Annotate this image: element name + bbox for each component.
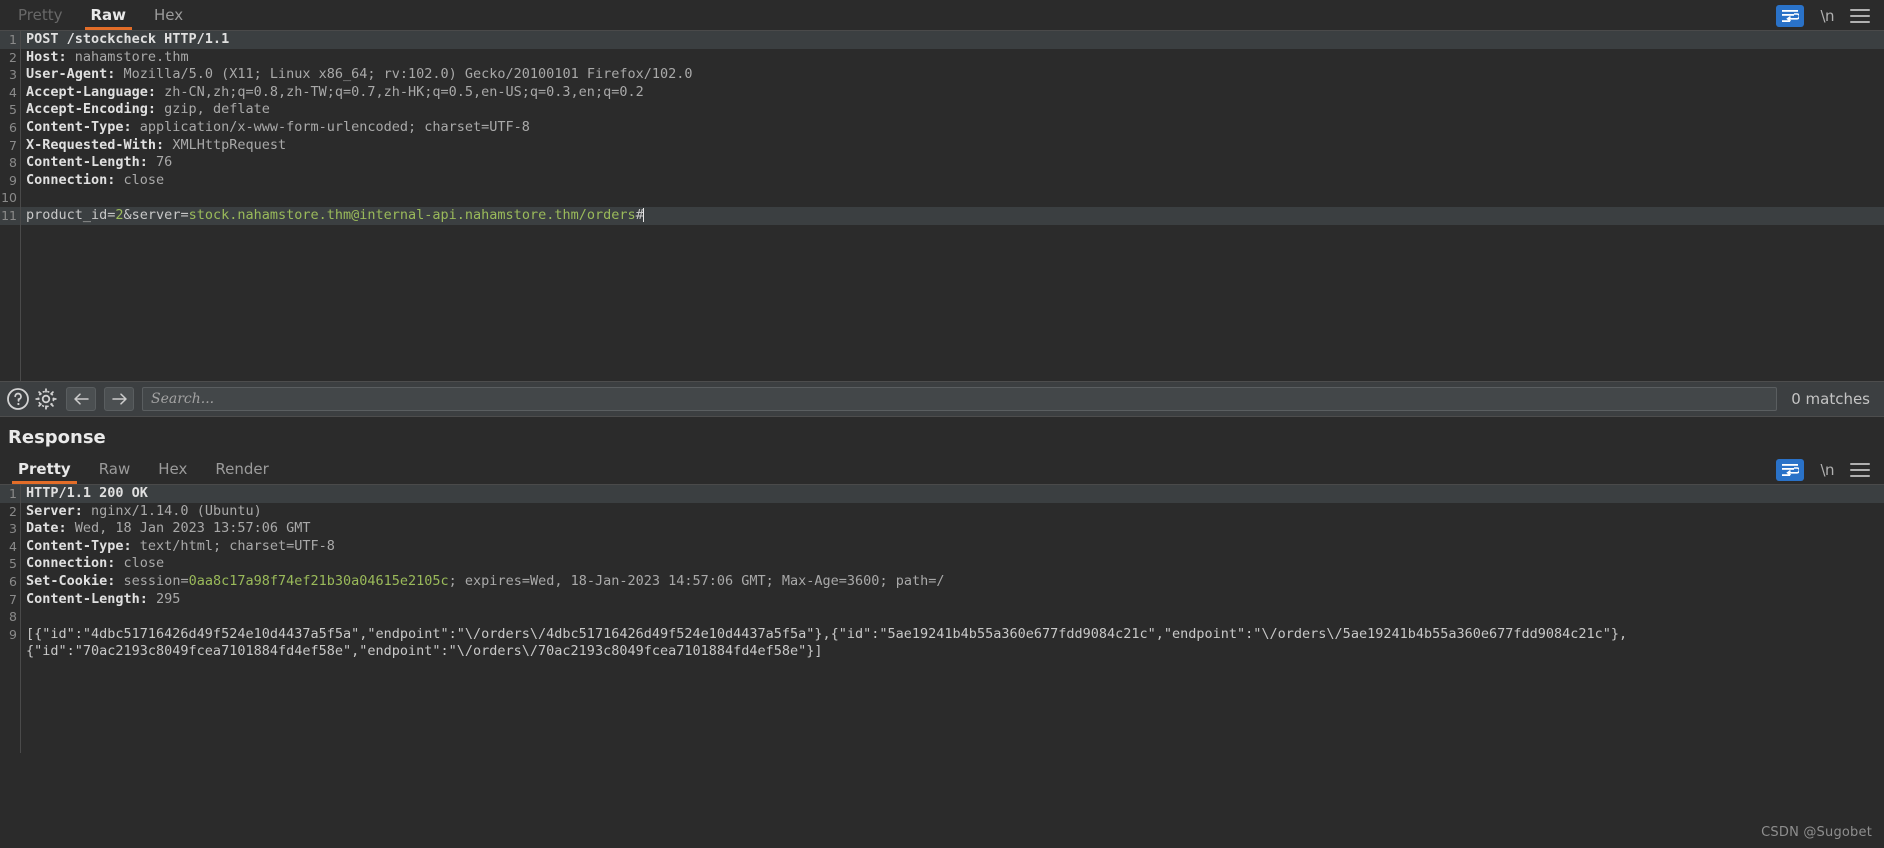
response-editor[interactable]: 1 HTTP/1.1 200 OK 2 Server: nginx/1.14.0 (U… bbox=[0, 485, 1884, 753]
editor-line: 4 Accept-Language: zh-CN,zh;q=0.8,zh-TW;q… bbox=[0, 84, 1884, 102]
editor-line: 2 Server: nginx/1.14.0 (Ubuntu) bbox=[0, 503, 1884, 521]
editor-line: 10 bbox=[0, 189, 1884, 207]
watermark: CSDN @Sugobet bbox=[1761, 825, 1872, 840]
response-tabbar: Pretty Raw Hex Render \n bbox=[0, 454, 1884, 484]
request-tabbar: Pretty Raw Hex \n bbox=[0, 0, 1884, 30]
help-circle-icon[interactable] bbox=[2, 387, 30, 411]
editor-line: 2 Host: nahamstore.thm bbox=[0, 49, 1884, 67]
search-next-button[interactable] bbox=[104, 387, 134, 411]
line-text: [{"id":"4dbc51716426d49f524e10d4437a5f5a… bbox=[26, 625, 1628, 642]
response-title: Response bbox=[8, 427, 106, 448]
editor-line: 1 POST /stockcheck HTTP/1.1 bbox=[0, 31, 1884, 49]
editor-line: 11 product_id=2&server=stock.nahamstore.t… bbox=[0, 206, 1884, 225]
editor-line: 6 Set-Cookie: session=0aa8c17a98f74ef21b3… bbox=[0, 573, 1884, 591]
line-text: X-Requested-With: XMLHttpRequest bbox=[26, 136, 287, 153]
line-text: Content-Length: 295 bbox=[26, 590, 181, 607]
line-text: User-Agent: Mozilla/5.0 (X11; Linux x86_… bbox=[26, 66, 693, 83]
editor-line: 3 Date: Wed, 18 Jan 2023 13:57:06 GMT bbox=[0, 520, 1884, 538]
request-tab-pretty[interactable]: Pretty bbox=[4, 3, 77, 30]
response-toolbar: \n bbox=[1776, 459, 1884, 484]
editor-line: 5 Accept-Encoding: gzip, deflate bbox=[0, 101, 1884, 119]
line-text: {"id":"70ac2193c8049fcea7101884fd4ef58e"… bbox=[26, 643, 823, 660]
search-input[interactable] bbox=[142, 387, 1778, 411]
response-tab-hex[interactable]: Hex bbox=[144, 457, 201, 484]
request-tab-raw[interactable]: Raw bbox=[77, 3, 141, 30]
line-text: Host: nahamstore.thm bbox=[26, 48, 189, 65]
line-text: Content-Length: 76 bbox=[26, 154, 173, 171]
newline-toggle-button[interactable]: \n bbox=[1820, 7, 1834, 25]
line-text: product_id=2&server=stock.nahamstore.thm… bbox=[21, 206, 644, 225]
editor-line: 9 [{"id":"4dbc51716426d49f524e10d4437a5f5… bbox=[0, 626, 1884, 644]
request-pane: Pretty Raw Hex \n 1 POST /stockcheck HTTP… bbox=[0, 0, 1884, 381]
text-caret bbox=[642, 207, 644, 222]
response-lines: 1 HTTP/1.1 200 OK 2 Server: nginx/1.14.0 (U… bbox=[0, 485, 1884, 661]
request-gutter-divider bbox=[0, 31, 21, 381]
hamburger-menu-icon[interactable] bbox=[1850, 9, 1870, 23]
editor-line: 8 Content-Length: 76 bbox=[0, 154, 1884, 172]
line-text: HTTP/1.1 200 OK bbox=[21, 485, 148, 503]
gear-icon[interactable] bbox=[34, 387, 58, 411]
editor-line: 4 Content-Type: text/html; charset=UTF-8 bbox=[0, 538, 1884, 556]
search-match-count: 0 matches bbox=[1791, 390, 1870, 408]
response-tab-render[interactable]: Render bbox=[201, 457, 282, 484]
line-text: Content-Type: application/x-www-form-url… bbox=[26, 118, 530, 135]
search-toolbar: 0 matches bbox=[0, 381, 1884, 417]
line-text: POST /stockcheck HTTP/1.1 bbox=[21, 31, 230, 49]
line-text: Set-Cookie: session=0aa8c17a98f74ef21b30… bbox=[26, 572, 945, 589]
line-text: Accept-Encoding: gzip, deflate bbox=[26, 101, 270, 118]
response-tab-raw[interactable]: Raw bbox=[85, 457, 145, 484]
editor-line: 7 Content-Length: 295 bbox=[0, 591, 1884, 609]
line-text: Date: Wed, 18 Jan 2023 13:57:06 GMT bbox=[26, 520, 311, 537]
editor-line: 3 User-Agent: Mozilla/5.0 (X11; Linux x86… bbox=[0, 66, 1884, 84]
request-tab-hex[interactable]: Hex bbox=[140, 3, 197, 30]
response-tab-pretty[interactable]: Pretty bbox=[4, 457, 85, 484]
editor-line: 7 X-Requested-With: XMLHttpRequest bbox=[0, 137, 1884, 155]
line-text: Server: nginx/1.14.0 (Ubuntu) bbox=[26, 502, 262, 519]
line-text: Connection: close bbox=[26, 171, 165, 188]
request-toolbar: \n bbox=[1776, 5, 1884, 30]
word-wrap-icon[interactable] bbox=[1776, 459, 1805, 481]
line-text: Content-Type: text/html; charset=UTF-8 bbox=[26, 537, 335, 554]
editor-line: 6 Content-Type: application/x-www-form-ur… bbox=[0, 119, 1884, 137]
request-lines: 1 POST /stockcheck HTTP/1.1 2 Host: nahamst… bbox=[0, 31, 1884, 225]
line-text: Connection: close bbox=[26, 555, 165, 572]
editor-line: {"id":"70ac2193c8049fcea7101884fd4ef58e"… bbox=[0, 643, 1884, 661]
editor-line: 5 Connection: close bbox=[0, 555, 1884, 573]
hamburger-menu-icon[interactable] bbox=[1850, 463, 1870, 477]
editor-line: 8 bbox=[0, 608, 1884, 626]
word-wrap-icon[interactable] bbox=[1776, 5, 1805, 27]
editor-line: 1 HTTP/1.1 200 OK bbox=[0, 485, 1884, 503]
editor-line: 9 Connection: close bbox=[0, 172, 1884, 190]
line-text: Accept-Language: zh-CN,zh;q=0.8,zh-TW;q=… bbox=[26, 83, 644, 100]
newline-toggle-button[interactable]: \n bbox=[1820, 461, 1834, 479]
request-editor[interactable]: 1 POST /stockcheck HTTP/1.1 2 Host: nahamst… bbox=[0, 31, 1884, 381]
response-gutter-divider bbox=[0, 485, 21, 753]
response-pane: Response Pretty Raw Hex Render \n 1 HTTP/… bbox=[0, 417, 1884, 753]
search-prev-button[interactable] bbox=[66, 387, 96, 411]
